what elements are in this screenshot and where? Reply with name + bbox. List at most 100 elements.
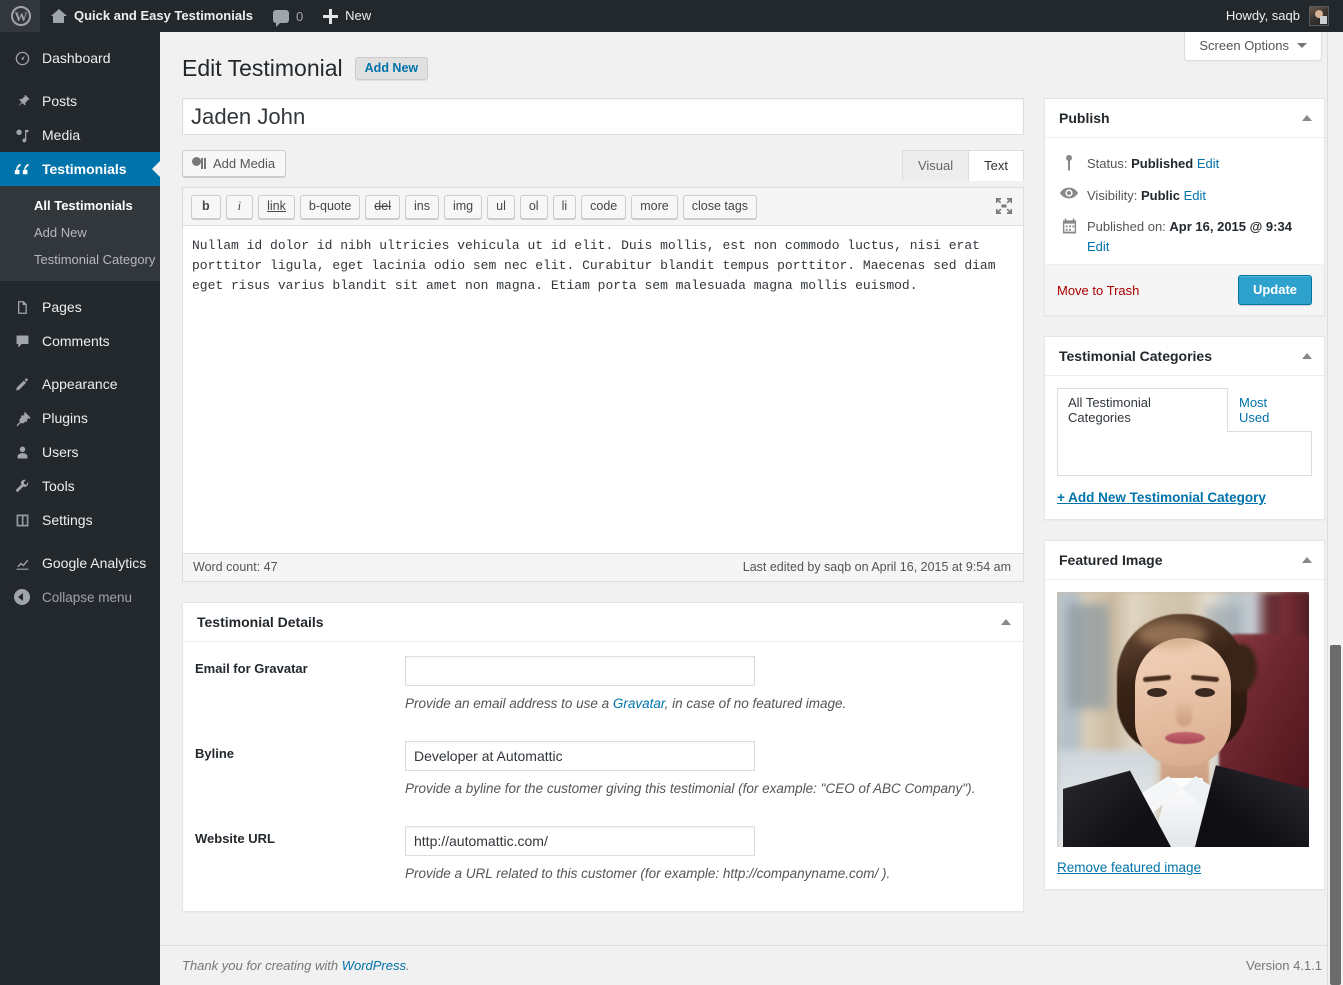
published-text: Published on: Apr 16, 2015 @ 9:34 Edit <box>1087 217 1312 256</box>
toggle-arrow-icon[interactable] <box>1001 619 1011 625</box>
add-media-button[interactable]: Add Media <box>182 150 287 177</box>
add-new-category-link[interactable]: + Add New Testimonial Category <box>1057 490 1266 505</box>
wordpress-link[interactable]: WordPress <box>342 958 406 973</box>
tab-all-testimonial-categories[interactable]: All Testimonial Categories <box>1057 388 1228 432</box>
field-row-byline: Byline Provide a byline for the customer… <box>183 727 1023 812</box>
sidebar-item-comments[interactable]: Comments <box>0 324 160 358</box>
eye-icon <box>1059 186 1079 199</box>
wordpress-logo-icon: W <box>11 6 31 26</box>
comments-count: 0 <box>295 8 304 24</box>
sidebar-item-users[interactable]: Users <box>0 435 160 469</box>
tab-text[interactable]: Text <box>968 150 1024 181</box>
qt-button-del[interactable]: del <box>365 195 400 219</box>
user-icon <box>12 444 32 461</box>
sidebar-item-label: Comments <box>42 333 110 349</box>
status-value: Published <box>1131 156 1194 171</box>
categories-body: All Testimonial Categories Most Used + A… <box>1045 376 1324 519</box>
dashboard-icon <box>12 50 32 67</box>
post-visibility-row: Visibility: Public Edit <box>1057 180 1312 212</box>
tab-most-used[interactable]: Most Used <box>1228 388 1312 432</box>
gravatar-link[interactable]: Gravatar <box>613 696 665 711</box>
featured-image-thumbnail[interactable] <box>1057 592 1309 847</box>
sidebar-item-posts[interactable]: Posts <box>0 84 160 118</box>
sidebar-item-label: Tools <box>42 478 75 494</box>
qt-button-code[interactable]: code <box>581 195 627 219</box>
sidebar-item-label: Settings <box>42 512 93 528</box>
sidebar-item-media[interactable]: Media <box>0 118 160 152</box>
sidebar-item-appearance[interactable]: Appearance <box>0 367 160 401</box>
post-title-input[interactable] <box>182 98 1024 135</box>
quicktags-toolbar: b i link b-quote del ins img ul ol li co… <box>182 187 1024 226</box>
sidebar-item-plugins[interactable]: Plugins <box>0 401 160 435</box>
qt-button-ol[interactable]: ol <box>519 195 548 219</box>
submenu-item-all-testimonials[interactable]: All Testimonials <box>0 192 160 219</box>
website-url-input[interactable] <box>405 826 755 856</box>
tab-visual[interactable]: Visual <box>901 150 970 181</box>
footer-thankyou: Thank you for creating with WordPress. <box>182 958 410 973</box>
account-menu[interactable]: Howdy, saqb <box>1216 0 1343 32</box>
menu-separator <box>0 358 160 367</box>
field-desc-before: Provide an email address to use a <box>405 696 613 711</box>
sidebar-item-google-analytics[interactable]: Google Analytics <box>0 546 160 580</box>
publish-title: Publish <box>1059 110 1110 126</box>
howdy-label: Howdy, saqb <box>1225 8 1300 23</box>
testimonial-details-header[interactable]: Testimonial Details <box>183 603 1023 642</box>
published-label: Published on: <box>1087 219 1166 234</box>
pin-marker-icon <box>1059 154 1079 171</box>
wordpress-logo-menu[interactable]: W <box>0 0 40 32</box>
byline-input[interactable] <box>405 741 755 771</box>
post-content-textarea[interactable]: Nullam id dolor id nibh ultricies vehicu… <box>182 226 1024 554</box>
sidebar-item-testimonials[interactable]: Testimonials <box>0 152 160 186</box>
field-description: Provide a byline for the customer giving… <box>405 781 976 796</box>
published-edit-link[interactable]: Edit <box>1087 239 1109 254</box>
page-icon <box>12 299 32 316</box>
distraction-free-writing-icon[interactable] <box>994 196 1014 216</box>
quote-icon <box>12 161 32 177</box>
qt-button-i[interactable]: i <box>225 195 254 219</box>
publish-actions: Move to Trash Update <box>1045 264 1324 315</box>
footer-thankyou-after: . <box>406 958 410 973</box>
submenu-item-add-new[interactable]: Add New <box>0 219 160 246</box>
update-button[interactable]: Update <box>1237 275 1312 305</box>
analytics-icon <box>12 555 32 572</box>
move-to-trash-link[interactable]: Move to Trash <box>1057 283 1139 298</box>
screen-options-button[interactable]: Screen Options <box>1184 32 1322 61</box>
sidebar-item-tools[interactable]: Tools <box>0 469 160 503</box>
new-label: New <box>345 8 372 23</box>
status-edit-link[interactable]: Edit <box>1197 156 1219 171</box>
categories-header[interactable]: Testimonial Categories <box>1045 337 1324 376</box>
collapse-menu-button[interactable]: Collapse menu <box>0 580 160 614</box>
new-content-menu[interactable]: New <box>313 0 381 32</box>
scrollbar-thumb[interactable] <box>1330 645 1341 985</box>
page-header: Edit Testimonial Add New <box>160 32 1343 83</box>
menu-separator <box>0 75 160 84</box>
qt-button-b[interactable]: b <box>191 195 221 219</box>
qt-button-img[interactable]: img <box>443 195 483 219</box>
sidebar-item-pages[interactable]: Pages <box>0 290 160 324</box>
sidebar-item-settings[interactable]: Settings <box>0 503 160 537</box>
comments-bubble-menu[interactable]: 0 <box>263 0 313 32</box>
toggle-arrow-icon[interactable] <box>1302 353 1312 359</box>
qt-button-ul[interactable]: ul <box>487 195 515 219</box>
sidebar-item-label: Users <box>42 444 79 460</box>
add-new-button[interactable]: Add New <box>354 57 429 80</box>
field-description: Provide an email address to use a Gravat… <box>405 696 1023 727</box>
sidebar-item-dashboard[interactable]: Dashboard <box>0 41 160 75</box>
remove-featured-image-link[interactable]: Remove featured image <box>1057 860 1201 875</box>
toggle-arrow-icon[interactable] <box>1302 115 1312 121</box>
site-name-menu[interactable]: Quick and Easy Testimonials <box>40 0 263 32</box>
qt-button-more[interactable]: more <box>631 195 678 219</box>
toggle-arrow-icon[interactable] <box>1302 557 1312 563</box>
qt-button-link[interactable]: link <box>258 195 295 219</box>
email-gravatar-input[interactable] <box>405 656 755 686</box>
qt-button-ins[interactable]: ins <box>404 195 439 219</box>
publish-header[interactable]: Publish <box>1045 99 1324 138</box>
category-list-panel[interactable] <box>1057 432 1312 476</box>
qt-button-close-tags[interactable]: close tags <box>682 195 758 219</box>
featured-image-header[interactable]: Featured Image <box>1045 541 1324 580</box>
visibility-edit-link[interactable]: Edit <box>1184 188 1206 203</box>
submenu-item-testimonial-category[interactable]: Testimonial Category <box>0 246 160 273</box>
qt-button-b-quote[interactable]: b-quote <box>299 195 361 219</box>
qt-button-li[interactable]: li <box>552 195 577 219</box>
vertical-scrollbar[interactable] <box>1327 32 1343 985</box>
